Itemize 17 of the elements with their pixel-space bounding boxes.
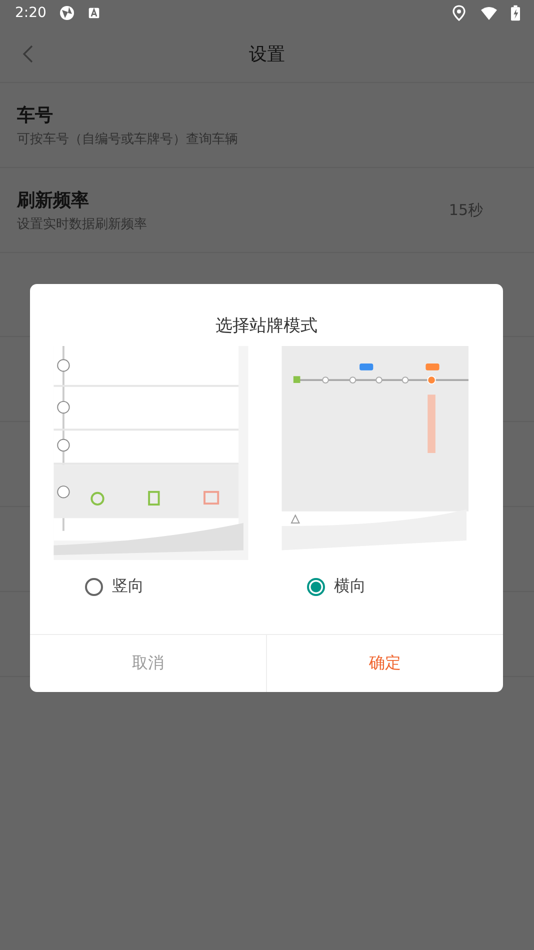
wifi-icon bbox=[480, 6, 498, 20]
radio-button[interactable] bbox=[85, 578, 103, 596]
confirm-button[interactable]: 确定 bbox=[266, 635, 503, 692]
dialog-title: 选择站牌模式 bbox=[214, 315, 318, 338]
radio-button[interactable] bbox=[307, 578, 325, 596]
globe-icon bbox=[59, 5, 76, 21]
cancel-button[interactable]: 取消 bbox=[30, 635, 266, 692]
location-icon bbox=[451, 5, 467, 21]
setting-title: 刷新频率 bbox=[17, 188, 90, 212]
notification-icon bbox=[88, 7, 100, 19]
option-label: 竖向 bbox=[112, 576, 144, 597]
clock-time: 2:20 bbox=[15, 5, 46, 21]
option-label: 横向 bbox=[334, 576, 366, 597]
page-title: 设置 bbox=[249, 43, 285, 66]
back-icon[interactable] bbox=[22, 45, 34, 63]
setting-title: 车号 bbox=[17, 104, 54, 126]
battery-charging-icon bbox=[511, 5, 520, 21]
